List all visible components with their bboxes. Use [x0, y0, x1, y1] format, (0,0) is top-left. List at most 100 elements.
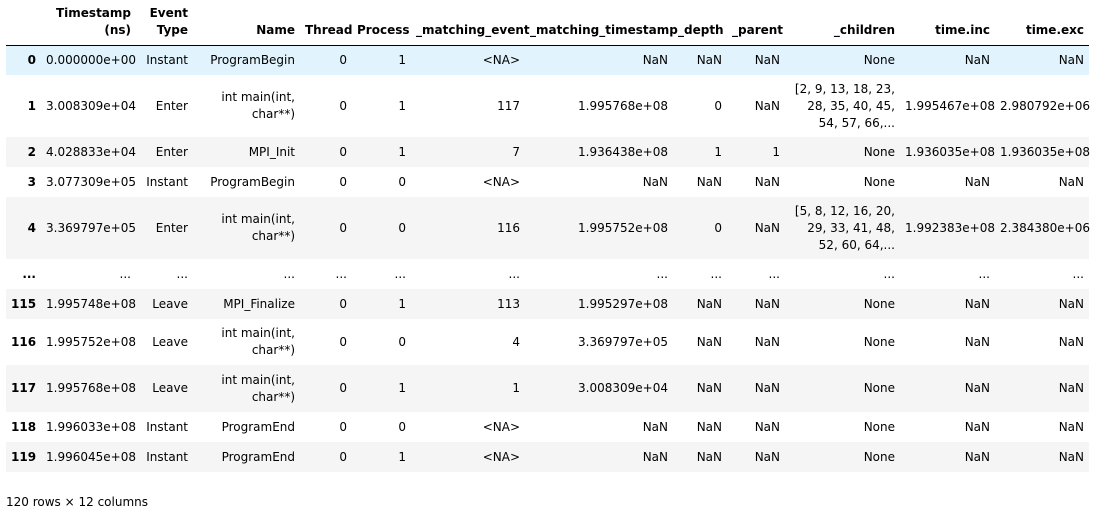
cell-name: int main(int, char**) — [221, 212, 295, 243]
table-row[interactable]: 4 3.369797e+05 Enter int main(int, char**) 0… — [6, 197, 1090, 259]
cell-parent: NaN — [754, 419, 780, 434]
cell-matching-timestamp: NaN — [642, 449, 668, 464]
cell-event-type: Enter — [155, 220, 188, 235]
col-header-process: Process — [352, 4, 411, 46]
cell-time-inc: 1.936035e+08 — [905, 144, 995, 159]
cell-name: ProgramEnd — [221, 449, 295, 464]
cell-parent: 1 — [772, 144, 780, 159]
cell-process: 1 — [398, 98, 406, 113]
cell-name: int main(int, char**) — [221, 326, 295, 357]
cell-name: int main(int, char**) — [221, 90, 295, 121]
cell-depth: NaN — [696, 334, 722, 349]
cell-time-inc: NaN — [964, 296, 990, 311]
col-header-name: Name — [193, 4, 300, 46]
cell-matching-timestamp: ... — [656, 266, 668, 281]
table-row[interactable]: ....................................... — [6, 259, 1089, 289]
cell-children: None — [863, 174, 895, 189]
cell-depth: 0 — [714, 98, 722, 113]
cell-depth: 1 — [714, 144, 722, 159]
cell-timestamp: 1.995748e+08 — [46, 296, 136, 311]
cell-matching-timestamp: NaN — [642, 419, 668, 434]
col-header-matching-event: _matching_event — [411, 4, 530, 46]
cell-time-inc: ... — [978, 266, 990, 281]
cell-children: [2, 9, 13, 18, 23, 28, 35, 40, 45, 54, 5… — [794, 81, 895, 130]
row-index: 115 — [11, 296, 37, 311]
table-row[interactable]: 0 0.000000e+00 Instant ProgramBegin 0 1 <NA> Na… — [6, 45, 1089, 75]
cell-timestamp: 0.000000e+00 — [46, 52, 136, 67]
cell-timestamp: 4.028833e+04 — [46, 144, 136, 159]
cell-parent: NaN — [754, 449, 780, 464]
table-row[interactable]: 2 4.028833e+04 Enter MPI_Init 0 1 7 1.936438e+0… — [6, 137, 1090, 167]
table-row[interactable]: 116 1.995752e+08 Leave int main(int, char**… — [6, 319, 1089, 365]
cell-depth: NaN — [696, 52, 722, 67]
cell-process: 0 — [398, 334, 406, 349]
cell-time-inc: 1.995467e+08 — [905, 98, 995, 113]
cell-parent: NaN — [754, 52, 780, 67]
table-row[interactable]: 3 3.077309e+05 Instant ProgramBegin 0 0 <NA> Na… — [6, 167, 1089, 197]
cell-parent: NaN — [754, 381, 780, 395]
cell-depth: NaN — [696, 174, 722, 189]
cell-event-type: Leave — [152, 381, 188, 395]
cell-depth: NaN — [696, 296, 722, 311]
cell-event-type: Instant — [146, 52, 188, 67]
cell-timestamp: ... — [119, 266, 131, 281]
cell-matching-event: 117 — [497, 98, 520, 113]
col-header-thread: Thread — [300, 4, 352, 46]
table-row[interactable]: 115 1.995748e+08 Leave MPI_Finalize 0 1 113 1.9… — [6, 289, 1089, 319]
table-row[interactable]: 119 1.996045e+08 Instant ProgramEnd 0 1 <NA> Na… — [6, 442, 1089, 472]
cell-thread: 0 — [339, 381, 347, 395]
cell-timestamp: 3.369797e+05 — [46, 220, 136, 235]
cell-parent: NaN — [754, 220, 780, 235]
cell-depth: NaN — [696, 449, 722, 464]
table-row[interactable]: 1 3.008309e+04 Enter int main(int, char**) 0… — [6, 75, 1090, 137]
cell-time-exc: NaN — [1058, 449, 1084, 464]
cell-matching-event: <NA> — [482, 174, 520, 189]
cell-process: 1 — [398, 296, 406, 311]
cell-depth: NaN — [696, 381, 722, 395]
cell-thread: 0 — [339, 174, 347, 189]
row-index: 4 — [27, 220, 36, 235]
col-header-timestamp: Timestamp (ns) — [41, 4, 136, 46]
cell-time-exc: NaN — [1058, 419, 1084, 434]
cell-event-type: Instant — [146, 419, 188, 434]
cell-time-inc: NaN — [964, 419, 990, 434]
cell-time-exc: NaN — [1058, 296, 1084, 311]
cell-thread: 0 — [339, 419, 347, 434]
cell-thread: 0 — [339, 220, 347, 235]
cell-event-type: Instant — [146, 449, 188, 464]
cell-name: int main(int, char**) — [221, 372, 295, 404]
col-header-children: _children — [785, 4, 900, 46]
cell-matching-event: 7 — [512, 144, 520, 159]
col-header-time-inc: time.inc — [900, 4, 995, 46]
cell-parent: NaN — [754, 174, 780, 189]
table-row[interactable]: 117 1.995768e+08 Leave int main(int, char**… — [6, 365, 1089, 412]
row-index: ... — [22, 266, 36, 281]
index-header — [6, 4, 41, 46]
col-header-matching-timestamp: _matching_timestamp — [525, 4, 678, 46]
cell-process: 1 — [398, 449, 406, 464]
cell-time-exc: NaN — [1058, 174, 1084, 189]
cell-name: ... — [283, 266, 295, 281]
col-header-event-type: Event Type — [136, 4, 193, 46]
cell-children: None — [863, 296, 895, 311]
table-row[interactable]: 118 1.996033e+08 Instant ProgramEnd 0 0 <NA> Na… — [6, 412, 1089, 442]
cell-timestamp: 3.077309e+05 — [46, 174, 136, 189]
cell-children: None — [863, 144, 895, 159]
cell-time-inc: NaN — [964, 174, 990, 189]
cell-matching-timestamp: 1.936438e+08 — [578, 144, 668, 159]
cell-depth: ... — [710, 266, 722, 281]
cell-time-exc: NaN — [1058, 52, 1084, 67]
header-row: Timestamp (ns) Event Type Name Thread Pr… — [6, 4, 1089, 46]
cell-timestamp: 1.995752e+08 — [46, 334, 136, 349]
cell-matching-timestamp: 1.995768e+08 — [578, 98, 668, 113]
cell-children: None — [863, 381, 895, 395]
cell-children: ... — [883, 266, 895, 281]
col-header-time-exc: time.exc — [995, 4, 1089, 46]
cell-parent: NaN — [754, 334, 780, 349]
cell-time-exc: NaN — [1058, 381, 1084, 395]
cell-timestamp: 1.996033e+08 — [46, 419, 136, 434]
col-header-parent: _parent — [727, 4, 785, 46]
cell-process: 0 — [398, 220, 406, 235]
cell-matching-event: <NA> — [482, 52, 520, 67]
cell-thread: 0 — [339, 334, 347, 349]
